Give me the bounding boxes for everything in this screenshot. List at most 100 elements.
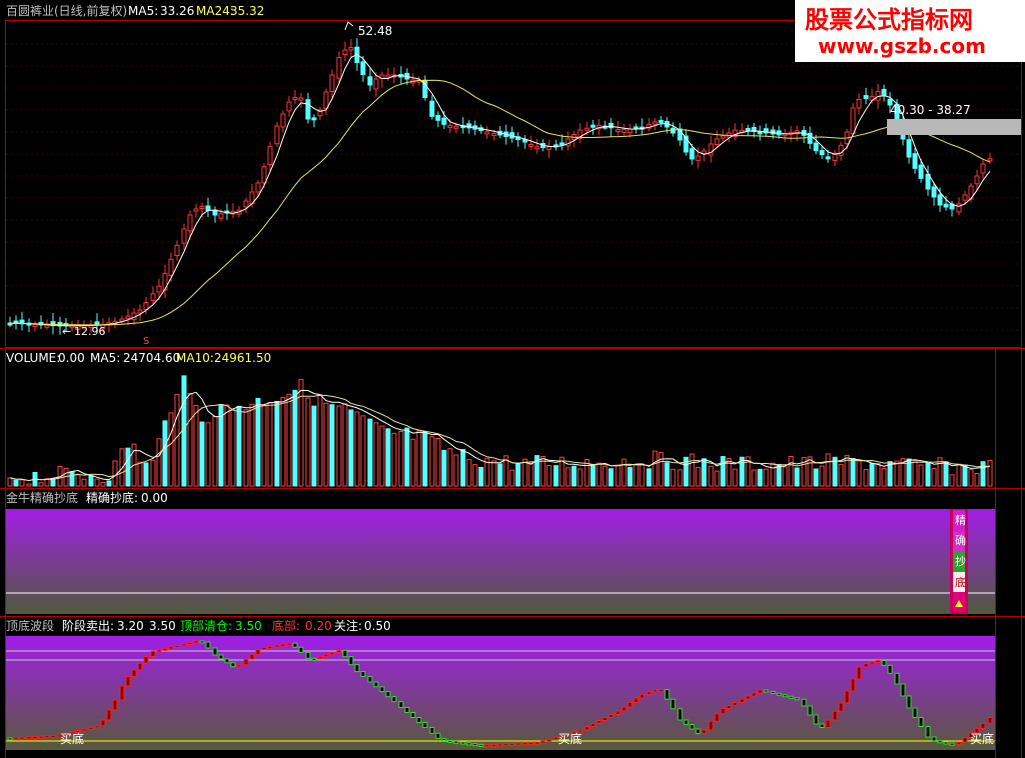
volume-bar [664,462,670,487]
wave-step [305,651,311,659]
wave-step [311,657,317,661]
wave-step [596,720,602,724]
candle-body [590,124,596,128]
candle-body [819,150,825,156]
wave-step [522,742,528,746]
wave-step [162,647,168,651]
wave-step [236,664,242,668]
candle-body [373,78,379,90]
indicator1-background [6,509,995,614]
candle-body [205,205,211,211]
candle-body [429,100,435,117]
candle-body [931,186,937,198]
wave-step [391,696,397,703]
wave-step [881,660,887,666]
candle-body [199,205,205,210]
wave-step [825,719,831,728]
ma5-label: MA5: [128,4,158,18]
wave-step [88,726,94,730]
wave-step [732,702,738,706]
wave-step [515,742,521,746]
signal-char-1: 精 [955,514,966,527]
volume-bar [348,409,354,487]
wave-step [813,714,819,725]
wave-step [949,742,955,746]
wave-step [683,719,689,725]
candle-body [367,76,373,86]
candle-body [267,146,273,166]
candle-body [323,91,329,109]
stage-sell-value-1: 3.20 [117,619,144,633]
wave-step [980,722,986,729]
wave-step [323,654,329,658]
candle-body [298,97,304,101]
wave-step [987,717,993,724]
wave-step [739,698,745,703]
candle-body [156,285,162,293]
volume-bar [478,466,484,487]
wave-step [81,728,87,732]
candle-body [757,131,763,135]
candle-body [218,213,224,219]
wave-step [261,646,267,651]
candle-body [453,125,459,129]
wave-step [639,693,645,699]
candle-body [342,49,348,55]
wave-step [943,741,949,745]
volume-bar [69,471,75,487]
wave-step [181,643,187,647]
candle-body [385,74,391,78]
wave-step [205,641,211,649]
wave-step [503,743,509,747]
wave-step [373,681,379,688]
range-box [887,119,1021,135]
volume-bar [794,467,800,487]
wave-step [875,660,881,663]
wave-step [137,662,143,671]
buy-bottom-label-2: 买底 [558,731,582,746]
volume-bar [850,458,856,487]
candle-body [44,324,50,328]
wave-step [280,643,286,647]
volume-bar [162,420,168,487]
candle-body [261,166,267,184]
indicator1-field-value: 0.00 [141,491,168,505]
volume-bar [515,463,521,487]
wave-step [751,692,757,697]
volume-bar [385,428,391,487]
volume-bar [925,462,931,487]
attention-label: 关注: [334,618,362,633]
wave-step [187,641,193,645]
candle-body [336,57,342,79]
candle-body [348,47,354,51]
volume-bar [590,464,596,487]
wave-step [379,686,385,693]
candle-body [863,95,869,100]
wave-step [298,646,304,653]
wave-step [832,710,838,721]
stock-chart[interactable]: 百圆裤业(日线,前复权) MA5: 33.26 MA24: 35.32 52.4… [0,0,1025,758]
wave-step [708,720,714,731]
wave-step [212,647,218,656]
candle-body [143,302,149,311]
wave-step [670,698,676,710]
wave-step [13,737,19,741]
wave-step [292,642,298,648]
wave-step [850,678,856,692]
candle-body [658,119,664,123]
wave-step [931,736,937,742]
candle-body [125,315,131,319]
precise-bottom-signal: 精 确 抄 底 [950,509,968,614]
volume-bar [441,449,447,487]
top-clear-value: 3.50 [235,619,262,633]
wave-step [590,723,596,727]
candle-body [546,146,552,150]
candle-body [943,203,949,208]
wave-step [546,738,552,742]
candle-body [987,158,993,162]
wave-step [360,671,366,677]
wave-step [398,701,404,709]
volume-bar [627,467,633,487]
candle-body [286,101,292,112]
candle-body [627,128,633,134]
